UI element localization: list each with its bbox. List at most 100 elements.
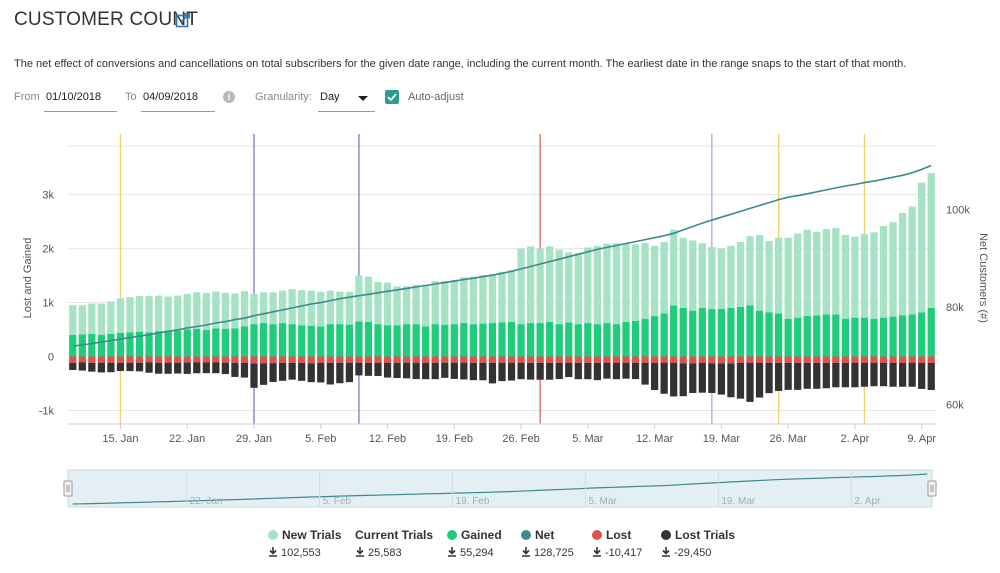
- bar-lost: [660, 356, 668, 364]
- bar-gained: [183, 329, 191, 357]
- bar-lost-trials: [670, 363, 678, 397]
- legend-item[interactable]: Lost -10,417: [592, 528, 642, 559]
- legend-dot-icon: [268, 530, 278, 540]
- bar-gained: [126, 332, 134, 357]
- y2-axis-title: Net Customers (#): [977, 233, 989, 323]
- legend-value: 102,553: [268, 547, 321, 559]
- legend-item[interactable]: Gained 55,294: [447, 528, 502, 559]
- bar-lost: [536, 356, 544, 364]
- bar-lost-trials: [107, 363, 115, 373]
- bar-lost-trials: [164, 363, 172, 374]
- bar-lost: [612, 356, 621, 364]
- legend-value-text: 128,725: [534, 547, 574, 559]
- bar-new-trials: [450, 279, 458, 325]
- bar-gained: [460, 323, 468, 357]
- bar-gained: [851, 317, 859, 357]
- legend-item[interactable]: Net 128,725: [521, 528, 574, 559]
- bar-lost: [927, 356, 935, 364]
- bar-lost-trials: [679, 363, 687, 397]
- bar-lost: [565, 356, 573, 364]
- bar-lost-trials: [355, 363, 363, 376]
- bar-lost-trials: [298, 363, 306, 381]
- bar-lost: [526, 356, 535, 363]
- bar-lost: [746, 356, 754, 364]
- bar-lost: [918, 356, 926, 364]
- bar-lost: [326, 356, 334, 363]
- bar-gained: [727, 307, 735, 357]
- y2-tick-label: 80k: [946, 302, 964, 314]
- bar-lost: [879, 356, 888, 364]
- bar-gained: [450, 324, 458, 357]
- bar-gained: [498, 322, 506, 357]
- bar-lost-trials: [412, 362, 420, 380]
- y-tick-label: 2k: [42, 244, 54, 256]
- bar-lost: [336, 356, 344, 363]
- bar-new-trials: [488, 273, 497, 324]
- bar-gained: [918, 312, 926, 357]
- bar-lost: [641, 356, 649, 364]
- legend-item[interactable]: Current Trials 25,583: [355, 528, 433, 559]
- legend-item[interactable]: New Trials 102,553: [268, 528, 341, 559]
- download-arrow-icon: [522, 547, 530, 557]
- bar-new-trials: [526, 246, 535, 324]
- bar-gained: [584, 323, 592, 357]
- bar-lost: [355, 356, 363, 364]
- bar-lost-trials: [784, 362, 792, 390]
- bar-lost-trials: [78, 362, 86, 371]
- bar-gained: [441, 324, 449, 357]
- bar-gained: [870, 318, 878, 357]
- bar-new-trials: [851, 236, 859, 318]
- bar-new-trials: [927, 172, 935, 308]
- bar-new-trials: [78, 305, 86, 335]
- bar-lost-trials: [546, 363, 554, 380]
- bar-new-trials: [727, 245, 735, 308]
- y-tick-label: 1k: [42, 298, 54, 310]
- bar-gained: [517, 324, 525, 357]
- bar-new-trials: [717, 248, 726, 310]
- legend-label: Gained: [461, 528, 502, 542]
- bar-lost: [450, 356, 458, 363]
- bar-lost: [135, 356, 144, 363]
- bar-lost-trials: [469, 362, 478, 381]
- bar-gained: [412, 324, 420, 357]
- bar-new-trials: [879, 225, 888, 318]
- bar-lost-trials: [660, 363, 668, 394]
- bar-lost-trials: [860, 363, 869, 387]
- y2-tick-label: 60k: [946, 399, 964, 411]
- bar-lost-trials: [851, 363, 859, 388]
- bar-gained: [383, 325, 392, 357]
- bar-new-trials: [402, 286, 411, 325]
- bar-lost: [679, 356, 687, 364]
- navigator-left-handle[interactable]: [63, 480, 73, 497]
- bar-lost-trials: [612, 363, 621, 380]
- bar-new-trials: [517, 248, 525, 325]
- bar-lost: [574, 356, 582, 364]
- legend-item[interactable]: Lost Trials -29,450: [661, 528, 735, 559]
- y2-tick-label: 100k: [946, 204, 970, 216]
- navigator-right-handle[interactable]: [927, 480, 937, 497]
- bar-lost-trials: [650, 363, 659, 390]
- bar-lost-trials: [441, 362, 449, 378]
- bar-new-trials: [536, 248, 544, 324]
- bar-lost-trials: [803, 362, 811, 389]
- bar-lost-trials: [240, 363, 249, 378]
- bar-new-trials: [221, 292, 230, 329]
- bar-gained: [269, 324, 277, 357]
- bar-new-trials: [69, 305, 77, 335]
- bar-lost-trials: [450, 362, 458, 379]
- bar-lost-trials: [574, 363, 582, 380]
- bar-series: [69, 172, 935, 402]
- bar-new-trials: [898, 212, 907, 316]
- bar-gained: [221, 328, 230, 357]
- bar-lost: [78, 356, 86, 363]
- bar-gained: [774, 313, 783, 357]
- x-tick-label: 26. Mar: [770, 433, 808, 445]
- download-arrow-icon: [593, 547, 601, 557]
- bar-new-trials: [765, 241, 773, 313]
- bar-new-trials: [565, 252, 573, 323]
- bar-gained: [889, 316, 897, 357]
- bar-lost-trials: [908, 363, 916, 387]
- bar-lost-trials: [698, 363, 706, 393]
- bar-lost-trials: [259, 363, 268, 385]
- bar-new-trials: [116, 298, 125, 333]
